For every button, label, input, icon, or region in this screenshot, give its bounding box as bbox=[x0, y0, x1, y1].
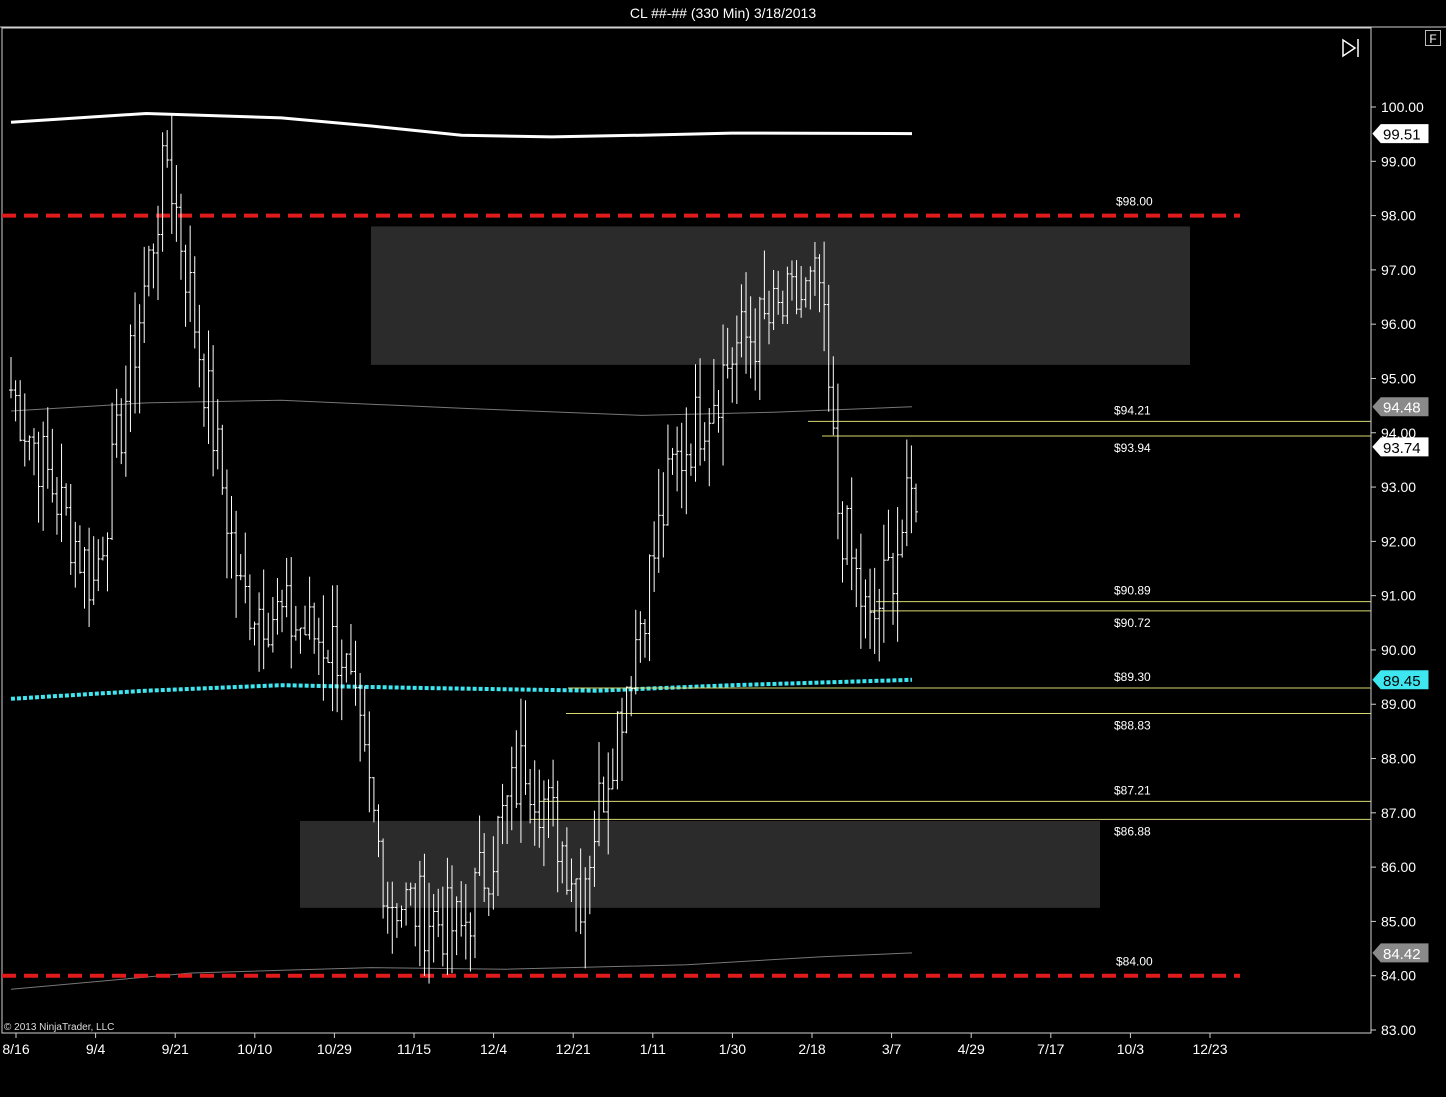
price-marker: 99.51 bbox=[1372, 124, 1429, 144]
price-marker: 94.48 bbox=[1372, 397, 1429, 417]
y-tick-label: 92.00 bbox=[1381, 533, 1416, 549]
y-tick-label: 83.00 bbox=[1381, 1022, 1416, 1038]
price-marker-label: 89.45 bbox=[1383, 673, 1421, 690]
price-marker-label: 93.74 bbox=[1383, 440, 1421, 457]
level-label: $90.89 bbox=[1114, 584, 1151, 598]
x-tick-label: 1/11 bbox=[640, 1041, 666, 1057]
level-label: $88.83 bbox=[1114, 718, 1151, 732]
x-tick-label: 7/17 bbox=[1037, 1041, 1064, 1057]
copyright-text: © 2013 NinjaTrader, LLC bbox=[4, 1022, 114, 1033]
play-to-end-icon[interactable] bbox=[1342, 38, 1359, 58]
y-tick-label: 98.00 bbox=[1381, 208, 1416, 224]
level-label: $87.21 bbox=[1114, 783, 1151, 797]
x-tick-label: 2/18 bbox=[798, 1041, 825, 1057]
moving-average-line bbox=[10, 111, 913, 139]
x-tick-label: 1/30 bbox=[719, 1041, 746, 1057]
x-tick-label: 10/29 bbox=[317, 1041, 352, 1057]
moving-average-line bbox=[10, 399, 913, 416]
x-tick-label: 12/21 bbox=[556, 1041, 591, 1057]
y-tick-label: 97.00 bbox=[1381, 262, 1416, 278]
level-label: $90.72 bbox=[1114, 616, 1151, 630]
x-tick-label: 12/23 bbox=[1192, 1041, 1227, 1057]
x-tick-label: 9/4 bbox=[86, 1041, 106, 1057]
y-tick-label: 96.00 bbox=[1381, 316, 1416, 332]
x-tick-label: 9/21 bbox=[162, 1041, 189, 1057]
y-tick-label: 100.00 bbox=[1381, 99, 1424, 115]
x-tick-label: 10/3 bbox=[1117, 1041, 1144, 1057]
y-tick-label: 88.00 bbox=[1381, 751, 1416, 767]
moving-average-line bbox=[10, 677, 913, 701]
level-label: $98.00 bbox=[1116, 195, 1153, 209]
level-label: $89.30 bbox=[1114, 670, 1151, 684]
x-tick-label: 4/29 bbox=[958, 1041, 985, 1057]
x-tick-label: 3/7 bbox=[882, 1041, 902, 1057]
price-marker: 93.74 bbox=[1372, 437, 1429, 457]
level-label: $93.94 bbox=[1114, 441, 1151, 455]
y-tick-label: 89.00 bbox=[1381, 696, 1416, 712]
y-tick-label: 93.00 bbox=[1381, 479, 1416, 495]
level-label: $86.88 bbox=[1114, 824, 1151, 838]
x-tick-label: 8/16 bbox=[2, 1041, 29, 1057]
price-marker: 89.45 bbox=[1372, 670, 1429, 690]
x-tick-label: 11/15 bbox=[397, 1041, 431, 1057]
price-marker-label: 99.51 bbox=[1383, 127, 1421, 144]
price-marker-label: 84.42 bbox=[1383, 946, 1421, 963]
y-tick-label: 91.00 bbox=[1381, 588, 1416, 604]
y-tick-label: 87.00 bbox=[1381, 805, 1416, 821]
price-marker-label: 94.48 bbox=[1383, 400, 1421, 417]
price-marker: 84.42 bbox=[1372, 943, 1429, 963]
level-label: $94.21 bbox=[1114, 403, 1151, 417]
y-tick-label: 99.00 bbox=[1381, 153, 1416, 169]
price-chart[interactable]: $98.00 $94.21 $93.94 $90.89 $90.72 $89.30 $88.… bbox=[0, 0, 1446, 1097]
x-tick-label: 10/10 bbox=[237, 1041, 272, 1057]
moving-average-line bbox=[10, 952, 913, 990]
price-zone bbox=[371, 226, 1190, 365]
y-tick-label: 86.00 bbox=[1381, 859, 1416, 875]
y-tick-label: 95.00 bbox=[1381, 370, 1416, 386]
y-tick-label: 90.00 bbox=[1381, 642, 1416, 658]
y-tick-label: 85.00 bbox=[1381, 913, 1416, 929]
y-tick-label: 84.00 bbox=[1381, 968, 1416, 984]
x-tick-label: 12/4 bbox=[480, 1041, 507, 1057]
level-label: $84.00 bbox=[1116, 955, 1153, 969]
